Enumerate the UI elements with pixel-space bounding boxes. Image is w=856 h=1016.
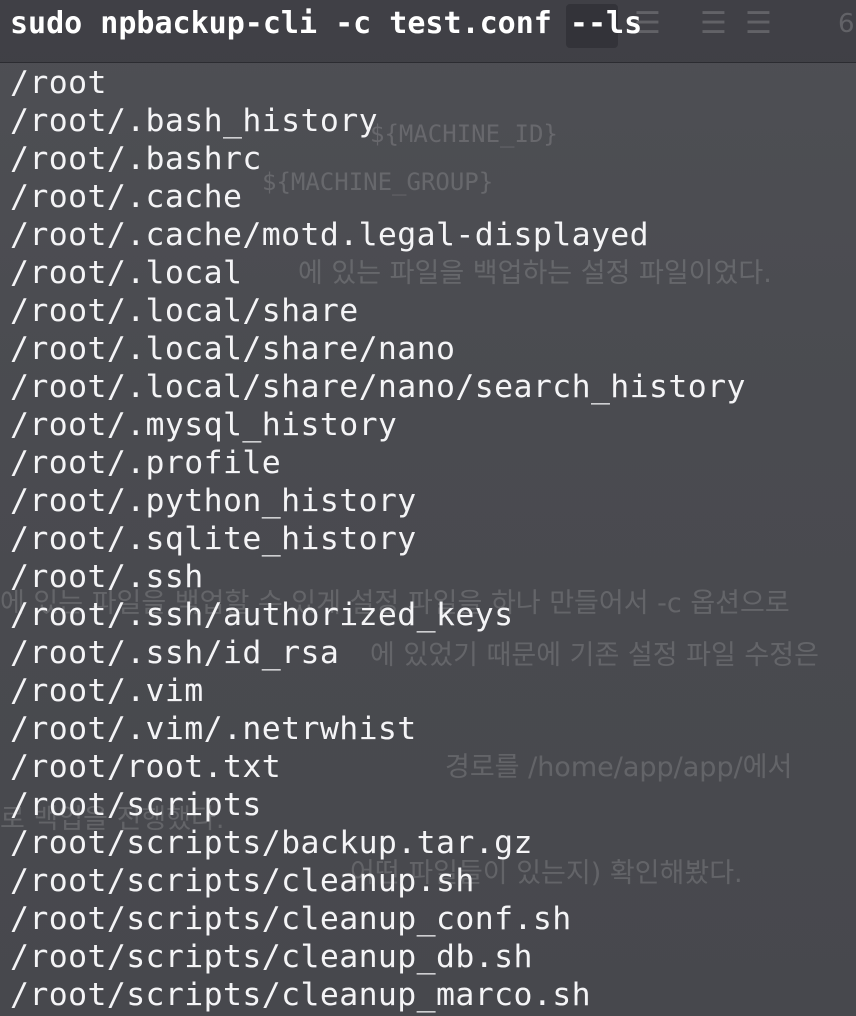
output-line: /root/scripts/cleanup_db.sh [10,939,533,975]
output-line: /root/.cache [10,179,243,215]
page-number: 6 [838,9,855,39]
output-line: /root/root.txt [10,749,282,785]
command-bar: ☰ ☰ ☰ 6 sudo npbackup-cli -c test.conf -… [0,0,856,63]
output-line: /root/.cache/motd.legal-displayed [10,217,650,253]
menu-icon: ☰ [745,6,772,41]
output-line: /root/.local/share/nano/search_history [10,369,746,405]
output-line: /root/.local [10,255,243,291]
output-line: /root/scripts/cleanup_conf.sh [10,901,572,937]
command-line: sudo npbackup-cli -c test.conf --ls [10,6,643,41]
output-line: /root/.vim/.netrwhist [10,711,417,747]
output-line: /root/.ssh [10,559,204,595]
list-icon: ☰ [700,6,727,41]
output-line: /root/.ssh/id_rsa [10,635,340,671]
output-listing: /root/root/.bash_history/root/.bashrc/ro… [10,64,746,1014]
output-line: /root/.sqlite_history [10,521,417,557]
output-line: /root/scripts [10,787,262,823]
output-line: /root/.mysql_history [10,407,398,443]
output-line: /root/.python_history [10,483,417,519]
output-line: /root/.bashrc [10,141,262,177]
output-line: /root/.ssh/authorized_keys [10,597,514,633]
output-line: /root/scripts/cleanup.sh [10,863,475,899]
output-line: /root/.local/share [10,293,359,329]
output-line: /root/.vim [10,673,204,709]
output-line: /root/.local/share/nano [10,331,456,367]
output-line: /root/.bash_history [10,103,378,139]
output-line: /root/scripts/cleanup_marco.sh [10,977,591,1013]
terminal-screenshot: ${MACHINE_ID} ${MACHINE_GROUP} 에 있는 파일을 … [0,0,856,1016]
output-line: /root [10,65,107,101]
output-line: /root/scripts/backup.tar.gz [10,825,533,861]
output-line: /root/.profile [10,445,282,481]
